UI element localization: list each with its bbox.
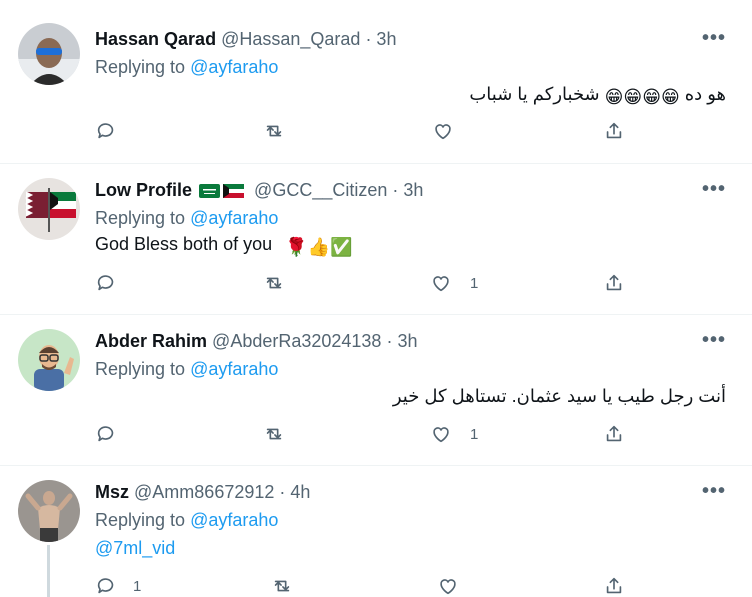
tweet-text: @7ml_vid bbox=[95, 536, 175, 560]
timestamp[interactable]: · 4h bbox=[279, 482, 310, 502]
share-icon bbox=[606, 122, 622, 139]
share-button[interactable] bbox=[603, 120, 625, 142]
emoji: 🌹👍✅ bbox=[285, 237, 353, 257]
avatar[interactable] bbox=[18, 178, 80, 240]
avatar[interactable] bbox=[18, 329, 80, 391]
reply-icon bbox=[97, 275, 114, 291]
timestamp[interactable]: · 3h bbox=[392, 180, 423, 200]
display-name[interactable]: Abder Rahim bbox=[95, 331, 207, 351]
like-icon bbox=[433, 427, 449, 443]
user-handle[interactable]: @AbderRa32024138 bbox=[212, 331, 381, 351]
retweet-icon bbox=[266, 428, 282, 440]
flag-icons bbox=[199, 182, 245, 204]
reply-icon bbox=[97, 426, 114, 442]
timestamp[interactable]: · 3h bbox=[386, 331, 417, 351]
retweet-button[interactable] bbox=[271, 575, 293, 597]
tweet-feed: Hassan Qarad @Hassan_Qarad · 3h ••• Repl… bbox=[0, 0, 752, 597]
replying-to: Replying to @ayfaraho bbox=[95, 359, 279, 379]
avatar[interactable] bbox=[18, 23, 80, 85]
emoji: 😁😁😁😁 bbox=[604, 87, 680, 107]
retweet-button[interactable] bbox=[263, 120, 285, 142]
retweet-icon bbox=[266, 125, 282, 137]
mention-link[interactable]: @ayfaraho bbox=[190, 359, 278, 379]
retweet-button[interactable] bbox=[263, 423, 285, 445]
reply-icon bbox=[97, 123, 114, 139]
share-button[interactable] bbox=[603, 575, 625, 597]
like-icon bbox=[440, 579, 456, 595]
user-handle[interactable]: @GCC__Citizen bbox=[254, 180, 387, 200]
thread-line bbox=[47, 545, 50, 597]
like-button[interactable]: 1 bbox=[430, 272, 478, 294]
like-button[interactable] bbox=[432, 120, 454, 142]
like-count: 1 bbox=[470, 274, 479, 292]
share-icon bbox=[606, 274, 622, 291]
share-icon bbox=[606, 425, 622, 442]
display-name[interactable]: Low Profile bbox=[95, 180, 192, 200]
retweet-icon bbox=[274, 580, 290, 592]
reply-button[interactable]: 1 bbox=[95, 575, 141, 597]
display-name[interactable]: Hassan Qarad bbox=[95, 29, 216, 49]
tweet-header: Low Profile @GCC__Citizen · 3h bbox=[95, 179, 423, 204]
more-icon[interactable]: ••• bbox=[702, 28, 726, 48]
retweet-icon bbox=[266, 277, 282, 289]
tweet-header: Abder Rahim @AbderRa32024138 · 3h bbox=[95, 330, 418, 352]
avatar[interactable] bbox=[18, 480, 80, 542]
like-icon bbox=[435, 124, 451, 140]
tweet[interactable]: Msz @Amm86672912 · 4h ••• Replying to @a… bbox=[0, 466, 752, 597]
tweet[interactable]: Abder Rahim @AbderRa32024138 · 3h ••• Re… bbox=[0, 315, 752, 465]
tweet[interactable]: Hassan Qarad @Hassan_Qarad · 3h ••• Repl… bbox=[0, 0, 752, 163]
reply-icon bbox=[97, 578, 114, 594]
replying-to: Replying to @ayfaraho bbox=[95, 510, 279, 530]
mention-link[interactable]: @ayfaraho bbox=[190, 208, 278, 228]
replying-to: Replying to @ayfaraho bbox=[95, 208, 279, 228]
display-name[interactable]: Msz bbox=[95, 482, 129, 502]
tweet-text: أنت رجل طيب يا سيد عثمان. تستاهل كل خير bbox=[392, 386, 726, 406]
timestamp[interactable]: · 3h bbox=[365, 29, 396, 49]
share-button[interactable] bbox=[603, 272, 625, 294]
mention-link[interactable]: @7ml_vid bbox=[95, 538, 175, 558]
more-icon[interactable]: ••• bbox=[702, 179, 726, 199]
reply-button[interactable] bbox=[95, 423, 117, 445]
retweet-button[interactable] bbox=[263, 272, 285, 294]
tweet-text: God Bless both of you 🌹👍✅ bbox=[95, 234, 353, 257]
share-icon bbox=[606, 577, 622, 594]
like-button[interactable] bbox=[437, 575, 459, 597]
tweet-text: هو ده 😁😁😁😁 شخباركم يا شباب bbox=[469, 84, 726, 107]
tweet-header: Hassan Qarad @Hassan_Qarad · 3h bbox=[95, 28, 396, 50]
mention-link[interactable]: @ayfaraho bbox=[190, 57, 278, 77]
like-count: 1 bbox=[470, 425, 479, 443]
saudi-kuwait-flag-icon bbox=[199, 184, 245, 198]
more-icon[interactable]: ••• bbox=[702, 481, 726, 501]
more-icon[interactable]: ••• bbox=[702, 330, 726, 350]
like-icon bbox=[433, 276, 449, 292]
tweet[interactable]: Low Profile @GCC__Citizen · 3h ••• Reply… bbox=[0, 164, 752, 314]
like-button[interactable]: 1 bbox=[430, 423, 478, 445]
mention-link[interactable]: @ayfaraho bbox=[190, 510, 278, 530]
user-handle[interactable]: @Amm86672912 bbox=[134, 482, 274, 502]
user-handle[interactable]: @Hassan_Qarad bbox=[221, 29, 360, 49]
reply-count: 1 bbox=[133, 577, 142, 595]
replying-to: Replying to @ayfaraho bbox=[95, 57, 279, 77]
reply-button[interactable] bbox=[95, 120, 117, 142]
reply-button[interactable] bbox=[95, 272, 117, 294]
tweet-header: Msz @Amm86672912 · 4h bbox=[95, 481, 310, 503]
share-button[interactable] bbox=[603, 423, 625, 445]
